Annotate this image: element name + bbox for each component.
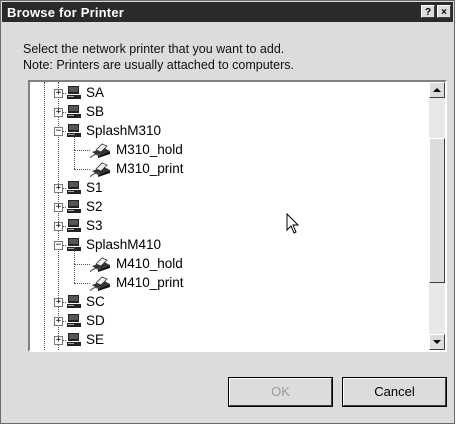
tree-item-label: SplashM310 (86, 123, 162, 138)
expand-toggle-icon[interactable]: + (54, 222, 63, 231)
tree-printer-item[interactable]: M410_hold (30, 245, 429, 274)
expand-toggle-icon[interactable]: + (54, 336, 63, 345)
tree-computer-item[interactable]: + SA (30, 84, 429, 103)
tree-item-label: SplashM410 (86, 237, 162, 252)
help-button[interactable]: ? (421, 5, 435, 18)
instructions: Select the network printer that you want… (23, 41, 294, 73)
tree-item-label: M310_print (116, 161, 184, 176)
computer-icon (67, 219, 81, 232)
tree-item-label: SA (86, 85, 105, 100)
printer-tree-view[interactable]: + SA + SB − SplashM310 M310_hold M310_print + S1 +… (28, 80, 447, 352)
mouse-pointer-icon (286, 213, 300, 234)
tree-item-label: M410_print (116, 275, 184, 290)
tree-item-label: SC (86, 294, 105, 309)
tree-connector (74, 150, 75, 169)
scroll-down-button[interactable] (429, 334, 445, 350)
tree-computer-item[interactable]: − SplashM410 (30, 236, 429, 255)
computer-icon (67, 314, 81, 327)
scroll-up-arrow-icon (433, 88, 441, 92)
tree-computer-item[interactable]: + S2 (30, 198, 429, 217)
dialog-title: Browse for Printer (7, 5, 125, 20)
computer-icon (67, 200, 81, 213)
scroll-down-arrow-icon (433, 340, 441, 344)
tree-printer-item[interactable]: M310_hold (30, 131, 429, 160)
tree-item-label: M310_hold (116, 142, 183, 157)
tree-connector (74, 150, 90, 151)
tree-computer-item[interactable]: + S3 (30, 217, 429, 236)
tree-computer-item[interactable]: + SB (30, 103, 429, 122)
tree-connector (74, 131, 75, 150)
ok-button[interactable]: OK (228, 377, 333, 407)
expand-toggle-icon[interactable]: + (54, 298, 63, 307)
browse-for-printer-dialog: Browse for Printer ? × Select the networ… (0, 0, 455, 424)
title-bar[interactable]: Browse for Printer ? × (2, 2, 453, 22)
scroll-thumb[interactable] (429, 138, 445, 283)
network-printer-icon (90, 162, 110, 177)
collapse-toggle-icon[interactable]: − (54, 127, 63, 136)
tree-connector (74, 264, 75, 283)
tree-item-label: SB (86, 104, 105, 119)
collapse-toggle-icon[interactable]: − (54, 241, 63, 250)
computer-icon (67, 333, 81, 346)
computer-icon (67, 181, 81, 194)
instruction-line-1: Select the network printer that you want… (23, 42, 285, 56)
tree-connector (74, 169, 90, 170)
tree-computer-item[interactable]: − SplashM310 (30, 122, 429, 141)
expand-toggle-icon[interactable]: + (54, 203, 63, 212)
computer-icon (67, 86, 81, 99)
computer-icon (67, 105, 81, 118)
tree-item-label: SD (86, 313, 105, 328)
network-printer-icon (90, 143, 110, 158)
tree-item-label: S1 (86, 180, 103, 195)
expand-toggle-icon[interactable]: + (54, 108, 63, 117)
tree-computer-item[interactable]: + SC (30, 293, 429, 312)
computer-icon (67, 295, 81, 308)
expand-toggle-icon[interactable]: + (54, 184, 63, 193)
tree-content: + SA + SB − SplashM310 M310_hold M310_print + S1 +… (30, 82, 429, 350)
close-button[interactable]: × (437, 5, 451, 18)
tree-connector (74, 283, 90, 284)
tree-item-label: SE (86, 332, 105, 347)
tree-item-label: S2 (86, 199, 103, 214)
tree-item-label: S3 (86, 218, 103, 233)
tree-computer-item[interactable]: + SD (30, 312, 429, 331)
scroll-up-button[interactable] (429, 82, 445, 98)
tree-item-label: M410_hold (116, 256, 183, 271)
expand-toggle-icon[interactable]: + (54, 89, 63, 98)
instruction-line-2: Note: Printers are usually attached to c… (23, 58, 294, 72)
tree-computer-item[interactable]: + S1 (30, 179, 429, 198)
tree-computer-item[interactable]: + SE (30, 331, 429, 350)
expand-toggle-icon[interactable]: + (54, 317, 63, 326)
network-printer-icon (90, 276, 110, 291)
cancel-button[interactable]: Cancel (342, 377, 447, 407)
network-printer-icon (90, 257, 110, 272)
vertical-scrollbar[interactable] (429, 82, 445, 350)
tree-connector (74, 264, 90, 265)
tree-connector (74, 245, 75, 264)
tree-printer-item[interactable]: M310_print (30, 150, 429, 179)
tree-printer-item[interactable]: M410_print (30, 264, 429, 293)
